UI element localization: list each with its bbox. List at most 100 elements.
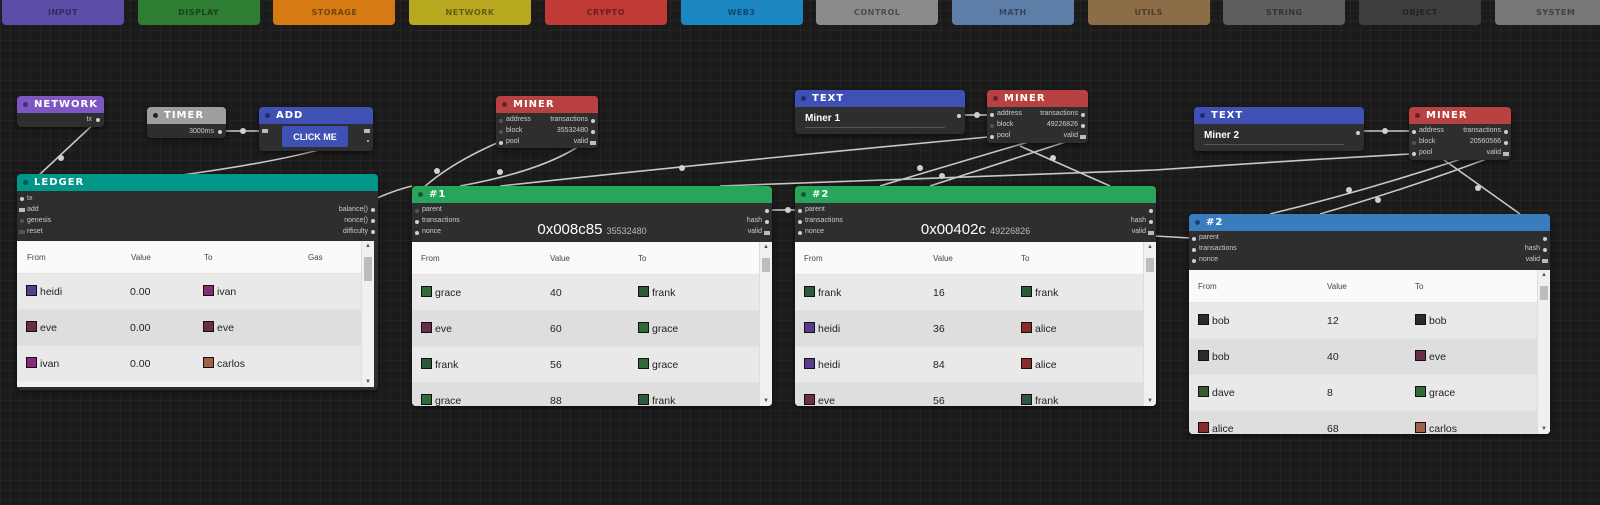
category-tab-input[interactable]: INPUT bbox=[2, 0, 124, 25]
table-scrollbar[interactable]: ▲ ▼ bbox=[361, 241, 374, 387]
table-row[interactable]: bob 12 bob bbox=[1189, 302, 1550, 338]
table-scrollbar[interactable]: ▲ ▼ bbox=[759, 242, 772, 406]
out-pin-hash[interactable] bbox=[1543, 248, 1547, 252]
table-row[interactable]: alice 68 carlos bbox=[1189, 410, 1550, 434]
table-scrollbar[interactable]: ▲ ▼ bbox=[1143, 242, 1156, 406]
miner-node-header[interactable]: MINER bbox=[987, 90, 1088, 107]
category-tab-storage[interactable]: STORAGE bbox=[273, 0, 396, 25]
timer-node-header[interactable]: TIMER bbox=[147, 107, 226, 124]
table-row[interactable]: heidi 36 alice bbox=[795, 310, 1156, 346]
scroll-up-icon[interactable]: ▲ bbox=[760, 242, 772, 252]
in-pin-trigger[interactable] bbox=[262, 129, 268, 133]
add-node-header[interactable]: ADD bbox=[259, 107, 373, 124]
out-pin-transactions[interactable] bbox=[1081, 113, 1085, 117]
scroll-down-icon[interactable]: ▼ bbox=[1538, 424, 1550, 434]
miner-node-header[interactable]: MINER bbox=[1409, 107, 1511, 124]
col-from[interactable]: From bbox=[1198, 282, 1327, 291]
out-pin-balance[interactable] bbox=[371, 208, 375, 212]
block-node-header[interactable]: #2 bbox=[795, 186, 1156, 203]
text-node-header[interactable]: TEXT bbox=[795, 90, 965, 107]
col-to[interactable]: To bbox=[1415, 282, 1423, 291]
network-node[interactable]: NETWORK tx bbox=[17, 96, 104, 127]
category-tab-control[interactable]: CONTROL bbox=[816, 0, 939, 25]
ledger-node[interactable]: LEDGER tx add genesis reset balance() no… bbox=[17, 174, 378, 390]
block-table[interactable]: From Value To grace 40 frank eve 60 grace fran… bbox=[412, 242, 772, 406]
category-tab-network[interactable]: NETWORK bbox=[409, 0, 532, 25]
block-node-header[interactable]: #1 bbox=[412, 186, 772, 203]
scroll-thumb[interactable] bbox=[762, 258, 770, 272]
scroll-up-icon[interactable]: ▲ bbox=[1538, 270, 1550, 280]
col-value[interactable]: Value bbox=[550, 254, 638, 263]
col-to[interactable]: To bbox=[1021, 254, 1029, 263]
scroll-thumb[interactable] bbox=[1146, 258, 1154, 272]
text-value[interactable]: Miner 2 bbox=[1204, 130, 1239, 141]
block-node-header[interactable]: #2 bbox=[1189, 214, 1550, 231]
miner-node-2[interactable]: MINER address block pool transactions 49… bbox=[987, 90, 1088, 143]
timer-node[interactable]: TIMER 3000ms bbox=[147, 107, 226, 138]
out-pin-transactions[interactable] bbox=[1504, 130, 1508, 134]
out-pin-block[interactable] bbox=[1081, 124, 1085, 128]
block-table[interactable]: From Value To frank 16 frank heidi 36 alice he… bbox=[795, 242, 1156, 406]
add-node[interactable]: ADD CLICK ME bbox=[259, 107, 373, 151]
out-pin-parent[interactable] bbox=[765, 209, 769, 213]
category-tab-utils[interactable]: UTILS bbox=[1087, 0, 1210, 25]
out-pin-transactions[interactable] bbox=[591, 119, 595, 123]
scroll-up-icon[interactable]: ▲ bbox=[1144, 242, 1156, 252]
out-pin-nonce[interactable] bbox=[371, 219, 375, 223]
table-row[interactable]: frank 16 frank bbox=[795, 274, 1156, 310]
out-pin-valid[interactable] bbox=[1080, 135, 1086, 139]
block-node-1[interactable]: #1 parent transactions nonce hash valid … bbox=[412, 186, 772, 406]
out-pin-parent[interactable] bbox=[1543, 237, 1547, 241]
table-row[interactable]: grace 40 frank bbox=[412, 274, 772, 310]
table-row[interactable]: bob 40 eve bbox=[1189, 338, 1550, 374]
category-tab-display[interactable]: DISPLAY bbox=[137, 0, 260, 25]
col-to[interactable]: To bbox=[204, 253, 308, 262]
col-from[interactable]: From bbox=[421, 254, 550, 263]
out-pin-valid[interactable] bbox=[1542, 259, 1548, 263]
out-pin-difficulty[interactable] bbox=[371, 230, 375, 234]
out-pin-add[interactable] bbox=[364, 129, 370, 133]
text-value[interactable]: Miner 1 bbox=[805, 113, 840, 124]
table-row[interactable]: eve 56 frank bbox=[795, 382, 1156, 406]
block-node-3[interactable]: #2 parent transactions nonce hash valid … bbox=[1189, 214, 1550, 434]
table-row[interactable]: eve 0.00 eve bbox=[17, 309, 374, 345]
out-pin-parent[interactable] bbox=[1149, 209, 1153, 213]
table-row[interactable]: grace 88 frank bbox=[412, 382, 772, 406]
col-value[interactable]: Value bbox=[1327, 282, 1415, 291]
table-row[interactable]: dave 8 grace bbox=[1189, 374, 1550, 410]
table-row[interactable]: heidi 84 alice bbox=[795, 346, 1156, 382]
miner-node-header[interactable]: MINER bbox=[496, 96, 598, 113]
scroll-thumb[interactable] bbox=[1540, 286, 1548, 300]
miner-node-3[interactable]: MINER address block pool transactions 20… bbox=[1409, 107, 1511, 160]
text-node-1[interactable]: TEXT Miner 1 bbox=[795, 90, 965, 134]
ledger-node-header[interactable]: LEDGER bbox=[17, 174, 378, 191]
out-pin-valid[interactable] bbox=[590, 141, 596, 145]
category-tab-string[interactable]: STRING bbox=[1223, 0, 1346, 25]
table-row[interactable]: frank 56 grace bbox=[412, 346, 772, 382]
out-pin-valid[interactable] bbox=[1503, 152, 1509, 156]
block-node-2[interactable]: #2 parent transactions nonce hash valid … bbox=[795, 186, 1156, 406]
out-pin-add-2[interactable] bbox=[367, 140, 369, 142]
table-row[interactable]: ivan 0.00 carlos bbox=[17, 345, 374, 381]
out-pin-timer[interactable] bbox=[218, 130, 222, 134]
category-tab-crypto[interactable]: CRYPTO bbox=[544, 0, 667, 25]
miner-node-1[interactable]: MINER address block pool transactions 35… bbox=[496, 96, 598, 148]
out-pin-text[interactable] bbox=[1356, 131, 1360, 135]
block-table[interactable]: From Value To bob 12 bob bob 40 eve dave 8 grace… bbox=[1189, 270, 1550, 434]
table-row[interactable]: eve 60 grace bbox=[412, 310, 772, 346]
out-pin-text[interactable] bbox=[957, 114, 961, 118]
scroll-up-icon[interactable]: ▲ bbox=[362, 241, 374, 251]
col-to[interactable]: To bbox=[638, 254, 646, 263]
network-node-header[interactable]: NETWORK bbox=[17, 96, 104, 113]
table-row[interactable]: heidi 0.00 ivan bbox=[17, 273, 374, 309]
col-from[interactable]: From bbox=[27, 253, 131, 262]
category-tab-object[interactable]: OBJECT bbox=[1359, 0, 1481, 25]
out-pin-block[interactable] bbox=[1504, 141, 1508, 145]
category-tab-web3[interactable]: WEB3 bbox=[680, 0, 803, 25]
table-scrollbar[interactable]: ▲ ▼ bbox=[1537, 270, 1550, 434]
scroll-thumb[interactable] bbox=[364, 257, 372, 281]
col-value[interactable]: Value bbox=[131, 253, 204, 262]
col-gas[interactable]: Gas bbox=[308, 253, 323, 262]
category-tab-math[interactable]: MATH bbox=[951, 0, 1074, 25]
out-pin-tx[interactable] bbox=[96, 118, 100, 122]
